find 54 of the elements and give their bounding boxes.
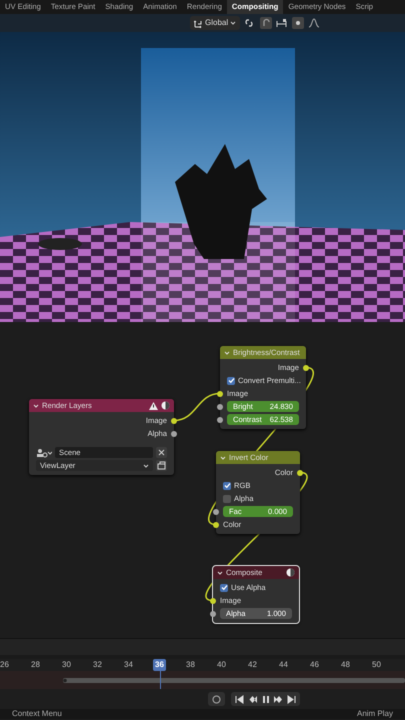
playhead-line (160, 671, 161, 689)
jump-end-icon[interactable] (287, 694, 296, 704)
axes-icon (194, 18, 203, 28)
frame-number: 42 (247, 659, 258, 671)
prev-keyframe-icon[interactable] (248, 694, 257, 704)
checkbox[interactable] (227, 376, 235, 384)
output-socket[interactable] (171, 430, 177, 436)
input-socket[interactable] (213, 508, 219, 514)
proportional-edit-icon[interactable] (292, 17, 304, 29)
frame-number: 48 (340, 659, 351, 671)
output-socket[interactable] (303, 364, 309, 370)
jump-start-icon[interactable] (235, 694, 244, 704)
chevron-icon (230, 20, 236, 26)
record-icon (212, 694, 221, 704)
frame-number: 32 (92, 659, 103, 671)
warning-icon (149, 402, 158, 410)
input-socket[interactable] (210, 598, 216, 604)
input-socket[interactable] (213, 522, 219, 528)
orientation-dropdown[interactable]: Global (190, 16, 240, 30)
current-frame[interactable]: 36 (153, 659, 166, 671)
frame-number: 28 (30, 659, 41, 671)
status-text: Context Menu (12, 709, 62, 719)
output-socket[interactable] (297, 470, 303, 476)
sphere-icon (161, 401, 170, 410)
input-socket[interactable] (217, 416, 223, 422)
frame-number: 26 (0, 659, 10, 671)
frame-number: 30 (61, 659, 72, 671)
input-socket[interactable] (217, 390, 223, 396)
close-icon[interactable] (156, 447, 167, 458)
checkbox[interactable] (223, 482, 231, 490)
frame-number: 46 (309, 659, 320, 671)
chevron-icon[interactable] (143, 462, 149, 468)
frame-number: 50 (371, 659, 382, 671)
falloff-curve-icon[interactable] (308, 18, 320, 28)
chevron-icon[interactable] (217, 570, 223, 576)
checkbox[interactable] (220, 584, 228, 592)
input-socket[interactable] (210, 610, 216, 616)
sphere-icon (286, 568, 295, 577)
next-keyframe-icon[interactable] (274, 694, 283, 704)
output-socket[interactable] (171, 418, 177, 424)
frame-number: 40 (216, 659, 227, 671)
folder-icon[interactable] (156, 460, 167, 471)
keying-button[interactable] (208, 692, 225, 706)
input-socket[interactable] (217, 404, 223, 410)
checkbox[interactable] (223, 494, 231, 502)
scene-icon[interactable] (36, 448, 52, 458)
frame-number: 34 (123, 659, 134, 671)
snap-target-icon[interactable] (276, 18, 288, 28)
frame-number: 38 (185, 659, 196, 671)
snap-icon[interactable] (260, 17, 272, 29)
chevron-icon[interactable] (33, 402, 39, 408)
status-text: Anim Play (356, 709, 393, 719)
pause-icon[interactable] (261, 694, 270, 704)
frame-number: 44 (278, 659, 289, 671)
